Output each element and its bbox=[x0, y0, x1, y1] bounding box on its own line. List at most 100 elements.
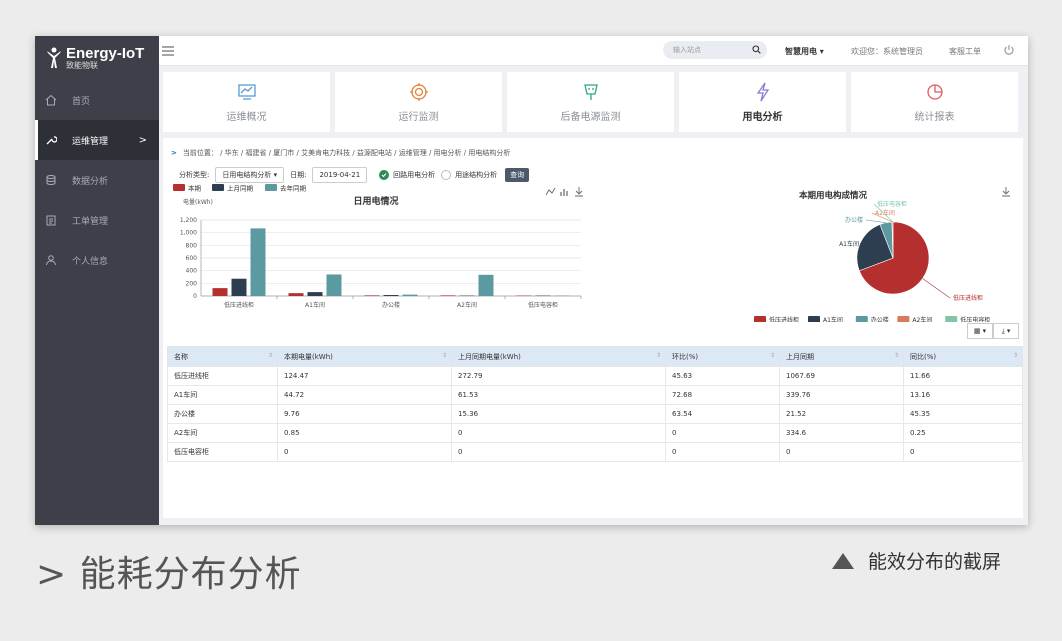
plug-icon bbox=[583, 83, 598, 100]
legend-swatch bbox=[855, 316, 868, 322]
column-header[interactable]: 上月同期 ⇕ bbox=[779, 346, 904, 367]
card-label: 统计报表 bbox=[914, 111, 955, 123]
sort-icon: ⇕ bbox=[893, 351, 899, 359]
breadcrumb: > 当前位置： / 华东 / 福建省 / 厦门市 / 艾美肯电力科技 / 益源配电… bbox=[171, 148, 510, 158]
query-button[interactable]: 查询 bbox=[505, 168, 530, 182]
card-label: 运行监测 bbox=[398, 111, 439, 123]
sidebar-item-home[interactable]: 首页 bbox=[35, 80, 159, 120]
bar-上月同期 bbox=[231, 278, 247, 296]
analysis-type-label: 分析类型: bbox=[179, 171, 210, 179]
sidebar-item-work-orders[interactable]: 工单管理 bbox=[35, 200, 159, 240]
y-tick-label: 400 bbox=[186, 268, 198, 275]
clipboard-icon bbox=[45, 214, 57, 226]
sidebar-item-profile[interactable]: 个人信息 bbox=[35, 240, 159, 280]
column-header[interactable]: 同比(%) ⇕ bbox=[903, 346, 1023, 367]
table-row[interactable]: A1车间 44.72 61.53 72.68 339.76 13.16 bbox=[167, 385, 1023, 405]
pie-label: A2车间 bbox=[875, 209, 895, 217]
lightning-icon bbox=[756, 82, 769, 101]
sidebar-item-label: 个人信息 bbox=[72, 256, 109, 267]
column-header[interactable]: 上月同期电量(kWh) ⇕ bbox=[451, 346, 666, 367]
bar-去年同期 bbox=[402, 294, 418, 296]
bar-本期 bbox=[440, 295, 456, 296]
sidebar-item-label: 数据分析 bbox=[72, 176, 109, 187]
monitor-chart-icon bbox=[237, 83, 256, 100]
logo-title: Energy-IoT bbox=[66, 44, 145, 62]
sidebar-item-data-analysis[interactable]: 数据分析 bbox=[35, 160, 159, 200]
y-tick-label: 1,000 bbox=[180, 230, 197, 237]
line-toggle-icon[interactable] bbox=[545, 187, 556, 196]
smart-power-menu[interactable]: 智慧用电 ▾ bbox=[785, 46, 824, 57]
sort-icon: ⇕ bbox=[655, 351, 661, 359]
pie-leader-line bbox=[865, 219, 886, 224]
export-button[interactable]: ⤓ ▾ bbox=[993, 323, 1019, 339]
data-table: 名称 ⇕ 本期电量(kWh) ⇕ 上月同期电量(kWh) ⇕ 环比(%) ⇕ 上月同期 ⇕… bbox=[167, 346, 1023, 462]
caption-note: 能效分布的截屏 bbox=[832, 547, 1001, 574]
support-link[interactable]: 客服工单 bbox=[949, 46, 981, 57]
search-icon[interactable] bbox=[752, 45, 761, 54]
analysis-panel: > 当前位置： / 华东 / 福建省 / 厦门市 / 艾美肯电力科技 / 益源配电… bbox=[163, 138, 1023, 518]
table-row[interactable]: 办公楼 9.76 15.36 63.54 21.52 45.35 bbox=[167, 404, 1023, 424]
legend-swatch bbox=[808, 316, 820, 322]
table-row[interactable]: 低压电容柜 0 0 0 0 0 bbox=[167, 442, 1023, 462]
sidebar-item-label: 工单管理 bbox=[72, 216, 109, 227]
analysis-type-select[interactable]: 日用电结构分析 ▾ bbox=[215, 167, 285, 183]
pie-label: 办公楼 bbox=[845, 216, 863, 224]
card-run-monitor[interactable]: 运行监测 bbox=[335, 72, 502, 132]
legend-swatch bbox=[265, 184, 277, 191]
card-backup-power[interactable]: 后备电源监测 bbox=[507, 72, 674, 132]
sidebar-item-maintenance[interactable]: 运维管理 > bbox=[35, 120, 159, 160]
sort-icon: ⇕ bbox=[769, 351, 775, 359]
legend-label: 去年同期 bbox=[280, 184, 307, 193]
sort-icon: ⇕ bbox=[1012, 351, 1018, 359]
wrench-icon bbox=[45, 134, 57, 146]
y-tick-label: 600 bbox=[186, 255, 198, 262]
download-icon[interactable] bbox=[1001, 186, 1011, 198]
bar-本期 bbox=[212, 288, 228, 296]
card-power-analysis[interactable]: 用电分析 bbox=[679, 72, 846, 132]
power-icon[interactable] bbox=[1003, 44, 1015, 56]
radio-label: 用途结构分析 bbox=[455, 171, 498, 179]
legend-swatch bbox=[212, 184, 224, 191]
column-header[interactable]: 环比(%) ⇕ bbox=[665, 346, 780, 367]
x-tick-label: A1车间 bbox=[305, 301, 325, 309]
table-row[interactable]: 低压进线柜 124.47 272.79 45.63 1067.69 11.66 bbox=[167, 366, 1023, 386]
topbar: 输入站点 智慧用电 ▾ 欢迎您：系统管理员 客服工单 bbox=[159, 36, 1028, 66]
search-input[interactable]: 输入站点 bbox=[663, 41, 767, 59]
y-tick-label: 200 bbox=[186, 280, 198, 287]
table-toolbar: ▦ ▾ ⤓ ▾ bbox=[967, 323, 1019, 339]
chart-title: 日用电情况 bbox=[353, 195, 398, 207]
legend-label: A1车间 bbox=[823, 316, 843, 322]
caption-title: > 能耗分布分析 bbox=[36, 554, 302, 595]
logo-subtitle: 致能物联 bbox=[66, 60, 98, 70]
bar-去年同期 bbox=[326, 274, 342, 296]
bar-本期 bbox=[364, 295, 380, 296]
radio-checked-icon bbox=[379, 170, 390, 180]
logo[interactable]: Energy-IoT 致能物联 bbox=[35, 36, 159, 80]
bar-toggle-icon[interactable] bbox=[560, 189, 568, 196]
breadcrumb-text: 当前位置： / 华东 / 福建省 / 厦门市 / 艾美肯电力科技 / 益源配电站… bbox=[182, 149, 511, 157]
column-header[interactable]: 本期电量(kWh) ⇕ bbox=[277, 346, 452, 367]
legend-label: 本期 bbox=[188, 184, 202, 193]
bar-去年同期 bbox=[478, 274, 494, 296]
legend-label: 办公楼 bbox=[871, 316, 889, 322]
sidebar: Energy-IoT 致能物联 首页 运维管理 > 数据分析 工单管理 个人信息 bbox=[35, 36, 159, 525]
column-header[interactable]: 名称 ⇕ bbox=[167, 346, 278, 367]
radio-circuit-analysis[interactable]: 回路用电分析 bbox=[379, 170, 435, 180]
card-statistics[interactable]: 统计报表 bbox=[851, 72, 1018, 132]
user-icon bbox=[45, 254, 57, 266]
main-content: 运维概况 运行监测 后备电源监测 用电分析 统计报表 > 当前位置： / 华东 /… bbox=[159, 66, 1028, 525]
y-tick-label: 0 bbox=[193, 293, 197, 300]
radio-usage-analysis[interactable]: 用途结构分析 bbox=[441, 170, 497, 180]
card-label: 用电分析 bbox=[742, 111, 783, 123]
welcome-text: 欢迎您：系统管理员 bbox=[851, 47, 923, 56]
pie-label: A1车间 bbox=[839, 240, 859, 248]
triangle-up-icon bbox=[832, 552, 854, 569]
bar-上月同期 bbox=[307, 292, 323, 296]
table-row[interactable]: A2车间 0.85 0 0 334.6 0.25 bbox=[167, 423, 1023, 443]
sort-icon: ⇕ bbox=[267, 351, 273, 359]
columns-toggle-button[interactable]: ▦ ▾ bbox=[967, 323, 993, 339]
card-ops-overview[interactable]: 运维概况 bbox=[163, 72, 330, 132]
date-input[interactable]: 2019-04-21 bbox=[312, 167, 368, 183]
hamburger-icon[interactable] bbox=[161, 45, 175, 57]
download-icon[interactable] bbox=[575, 187, 583, 197]
